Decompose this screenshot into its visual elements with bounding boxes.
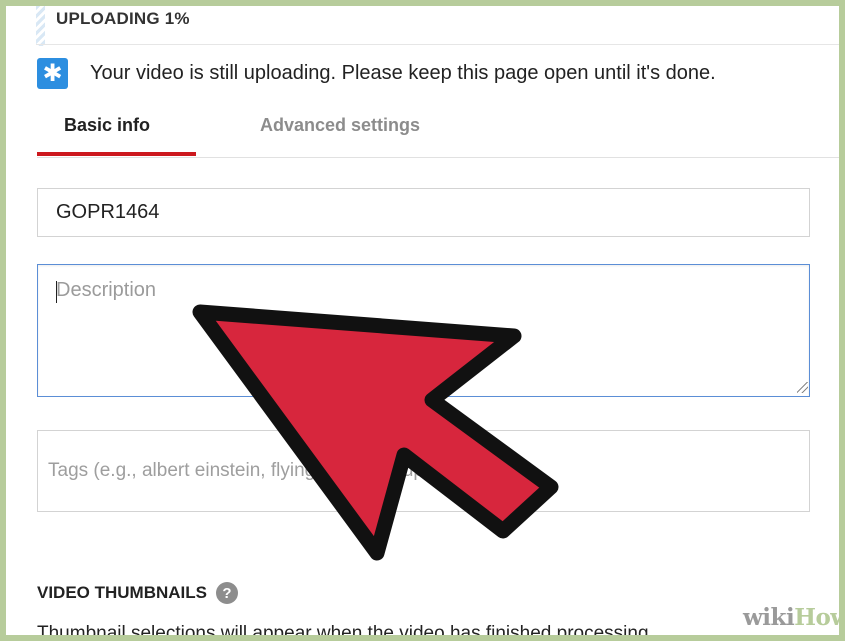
resize-handle-icon[interactable] (797, 382, 808, 393)
tab-advanced-settings[interactable]: Advanced settings (260, 115, 420, 136)
frame-border (839, 0, 845, 641)
tab-basic-info[interactable]: Basic info (64, 115, 150, 136)
divider (36, 44, 839, 45)
upload-status: UPLOADING 1% (56, 9, 190, 28)
text-caret (56, 281, 57, 303)
section-title: VIDEO THUMBNAILS (37, 583, 207, 602)
title-input[interactable] (37, 188, 810, 237)
help-icon[interactable]: ? (216, 582, 238, 604)
watermark-part: wiki (743, 604, 795, 631)
watermark-part: How (794, 604, 845, 631)
star-icon: ✱ (37, 58, 68, 89)
upload-progress-stripe (36, 6, 45, 46)
upload-notice: ✱ Your video is still uploading. Please … (37, 58, 716, 89)
active-tab-indicator (37, 152, 196, 156)
thumbnail-note: Thumbnail selections will appear when th… (37, 623, 654, 635)
description-input[interactable] (37, 264, 810, 397)
upload-page: UPLOADING 1% ✱ Your video is still uploa… (6, 6, 839, 635)
notice-text: Your video is still uploading. Please ke… (90, 62, 716, 84)
tab-bar: Basic info Advanced settings (37, 106, 839, 159)
wikihow-watermark: wikiHow (743, 604, 845, 631)
video-thumbnails-heading: VIDEO THUMBNAILS ? (37, 582, 238, 604)
tags-input[interactable]: Tags (e.g., albert einstein, flying pig,… (37, 430, 810, 512)
tags-placeholder: Tags (e.g., albert einstein, flying pig,… (48, 460, 431, 481)
divider (37, 157, 839, 158)
